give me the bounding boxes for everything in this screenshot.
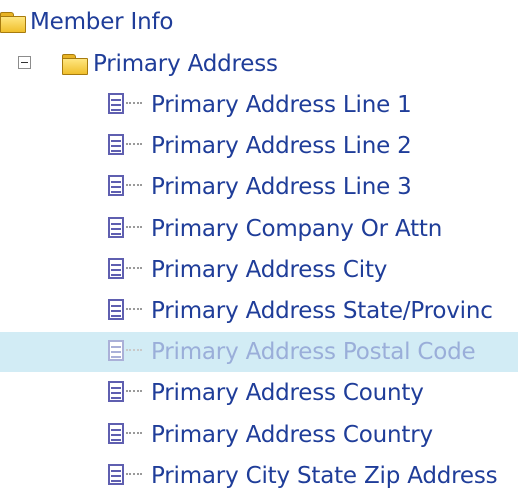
tree-leaf-item[interactable]: Primary Address State/Provinc (0, 291, 518, 331)
tree-node-primary-address[interactable]: Primary Address (0, 44, 518, 84)
field-icon (108, 93, 148, 115)
tree-view: Member Info Primary Address Primary Addr… (0, 0, 518, 489)
tree-leaf-label: Primary Address State/Provinc (151, 298, 493, 324)
tree-leaf-item[interactable]: Primary Address County (0, 373, 518, 413)
tree-node-label: Member Info (30, 9, 174, 35)
folder-icon (62, 54, 88, 75)
field-icon (108, 217, 148, 239)
tree-leaf-item[interactable]: Primary Address Line 3 (0, 167, 518, 207)
tree-leaf-label: Primary City State Zip Address (151, 463, 498, 489)
field-icon (108, 340, 148, 362)
tree-leaf-label: Primary Address Line 3 (151, 174, 412, 200)
tree-node-label: Primary Address (93, 51, 278, 77)
tree-leaf-label: Primary Address City (151, 257, 388, 283)
tree-leaf-item[interactable]: Primary City State Zip Address (0, 456, 518, 496)
tree-leaf-item[interactable]: Primary Address Country (0, 415, 518, 455)
field-icon (108, 175, 148, 197)
tree-leaf-item[interactable]: Primary Address Postal Code (0, 332, 518, 372)
field-icon (108, 381, 148, 403)
minus-icon[interactable] (18, 56, 31, 69)
field-icon (108, 423, 148, 445)
tree-leaf-label: Primary Address Postal Code (151, 339, 476, 365)
field-icon (108, 258, 148, 280)
tree-node-member-info[interactable]: Member Info (0, 2, 518, 42)
tree-leaf-label: Primary Address Line 2 (151, 133, 412, 159)
tree-leaf-item[interactable]: Primary Address Line 1 (0, 85, 518, 125)
tree-leaf-label: Primary Address Country (151, 422, 433, 448)
tree-leaf-item[interactable]: Primary Address Line 2 (0, 126, 518, 166)
tree-leaf-label: Primary Address County (151, 380, 424, 406)
field-icon (108, 134, 148, 156)
tree-leaf-item[interactable]: Primary Address City (0, 250, 518, 290)
field-icon (108, 299, 148, 321)
tree-leaf-label: Primary Company Or Attn (151, 216, 443, 242)
field-icon (108, 464, 148, 486)
folder-icon (0, 12, 26, 33)
tree-leaf-label: Primary Address Line 1 (151, 92, 412, 118)
tree-leaf-item[interactable]: Primary Company Or Attn (0, 209, 518, 249)
